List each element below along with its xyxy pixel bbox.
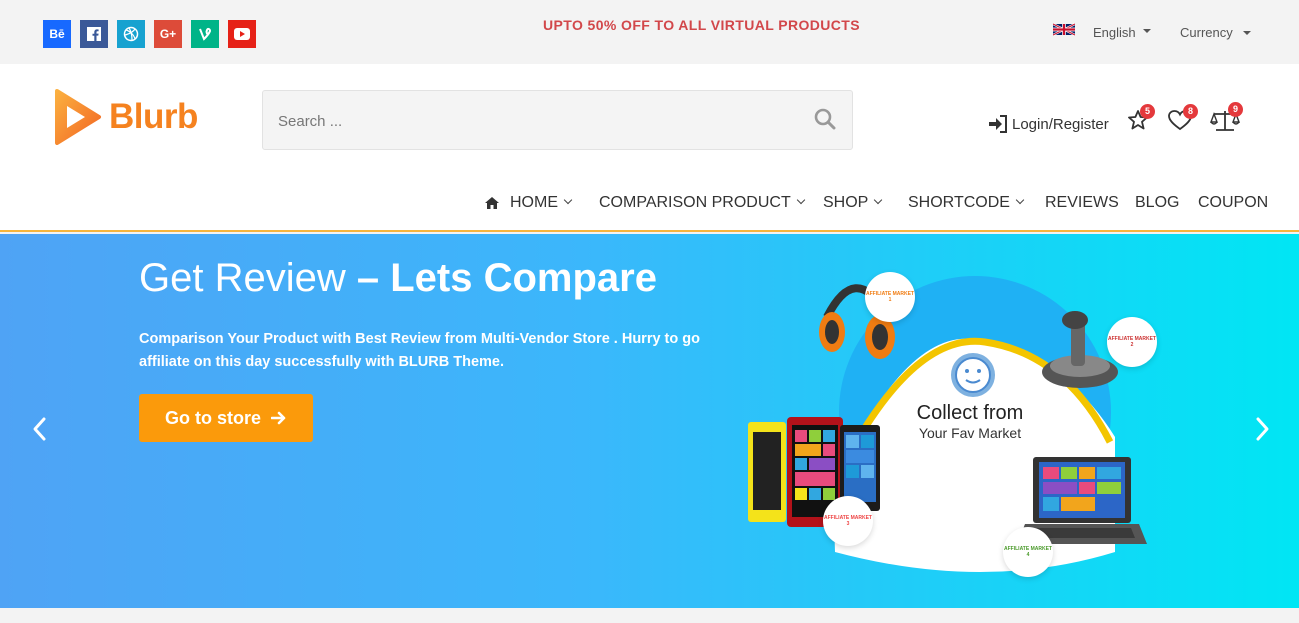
- nav-home-label: HOME: [510, 194, 558, 211]
- currency-selector[interactable]: Currency: [1180, 25, 1252, 40]
- nav-item-shortcode[interactable]: SHORTCODE: [908, 194, 1025, 212]
- chevron-down-icon: [874, 195, 883, 205]
- arrow-right-icon: [271, 411, 286, 425]
- hero-illustration: Collect from Your Fav Market AFFILIATE M…: [735, 262, 1165, 608]
- chevron-left-icon: [33, 417, 46, 441]
- caret-down-icon: [1243, 31, 1252, 35]
- nav-coupon-label: COUPON: [1198, 194, 1269, 211]
- uk-flag-icon: [1053, 23, 1075, 36]
- nav-item-home[interactable]: HOME: [484, 194, 573, 212]
- compare-button[interactable]: 5: [1126, 104, 1155, 134]
- nav-reviews-label: REVIEWS: [1045, 194, 1119, 211]
- go-to-store-button[interactable]: Go to store: [139, 394, 313, 442]
- play-logo-icon: [55, 89, 101, 145]
- chevron-right-icon: [1256, 417, 1269, 441]
- main-nav: HOME COMPARISON PRODUCT SHOP SHORTCODE R…: [0, 194, 1299, 216]
- site-header: Blurb Login/Register 5 8: [0, 64, 1299, 232]
- nav-item-comparison[interactable]: COMPARISON PRODUCT: [599, 194, 805, 212]
- scale-compare-button[interactable]: 9: [1209, 102, 1243, 134]
- nav-shortcode-label: SHORTCODE: [908, 194, 1010, 211]
- nav-blog-label: BLOG: [1135, 194, 1180, 211]
- nav-item-blog[interactable]: BLOG: [1135, 194, 1179, 212]
- affiliate-market-1-badge: AFFILIATE MARKET 1: [865, 272, 915, 322]
- search-icon: [814, 108, 836, 130]
- hero-title: Get Review – Lets Compare: [139, 256, 657, 301]
- chevron-down-icon: [563, 195, 573, 205]
- slider-prev-button[interactable]: [30, 416, 50, 442]
- language-selector[interactable]: English: [1053, 23, 1151, 40]
- affiliate-market-2-badge: AFFILIATE MARKET 2: [1107, 317, 1157, 367]
- wishlist-button[interactable]: 8: [1167, 104, 1198, 134]
- nav-item-shop[interactable]: SHOP: [823, 194, 883, 212]
- hero-title-light: Get Review: [139, 256, 357, 300]
- login-register-link[interactable]: Login/Register: [988, 115, 1109, 133]
- logo-text: Blurb: [109, 97, 198, 136]
- top-bar: Bē G+ UPTO 50% OFF TO ALL VIRTUAL PRODUC…: [0, 0, 1299, 64]
- sign-in-icon: [989, 115, 1007, 133]
- scale-count-badge: 9: [1228, 102, 1243, 117]
- hero-slider: Get Review – Lets Compare Comparison You…: [0, 234, 1299, 608]
- affiliate-market-4-badge: AFFILIATE MARKET 4: [1003, 527, 1053, 577]
- site-logo[interactable]: Blurb: [53, 89, 198, 145]
- page-bottom-strip: [0, 608, 1299, 623]
- search-box: [262, 90, 853, 150]
- go-to-store-label: Go to store: [164, 407, 261, 428]
- slider-next-button[interactable]: [1252, 416, 1272, 442]
- home-icon: [485, 197, 499, 209]
- compare-count-badge: 5: [1140, 104, 1155, 119]
- nav-comparison-label: COMPARISON PRODUCT: [599, 194, 791, 211]
- collect-subheading: Your Fav Market: [918, 425, 1022, 441]
- collect-caption: Collect from Your Fav Market: [905, 402, 1035, 441]
- nav-shop-label: SHOP: [823, 194, 869, 211]
- caret-down-icon: [1142, 28, 1151, 33]
- nav-item-reviews[interactable]: REVIEWS: [1045, 194, 1119, 212]
- collect-heading: Collect from: [916, 402, 1024, 424]
- chevron-down-icon: [1015, 195, 1025, 205]
- currency-label: Currency: [1180, 25, 1233, 40]
- search-button[interactable]: [813, 107, 841, 135]
- wishlist-count-badge: 8: [1183, 104, 1198, 119]
- hero-description: Comparison Your Product with Best Review…: [139, 331, 700, 370]
- search-input[interactable]: [278, 109, 778, 133]
- affiliate-market-3-badge: AFFILIATE MARKET 3: [823, 496, 873, 546]
- login-label: Login/Register: [1012, 115, 1109, 133]
- language-label: English: [1093, 25, 1136, 40]
- nav-item-coupon[interactable]: COUPON: [1198, 194, 1268, 212]
- chevron-down-icon: [796, 195, 805, 205]
- hero-title-bold: – Lets Compare: [356, 256, 657, 300]
